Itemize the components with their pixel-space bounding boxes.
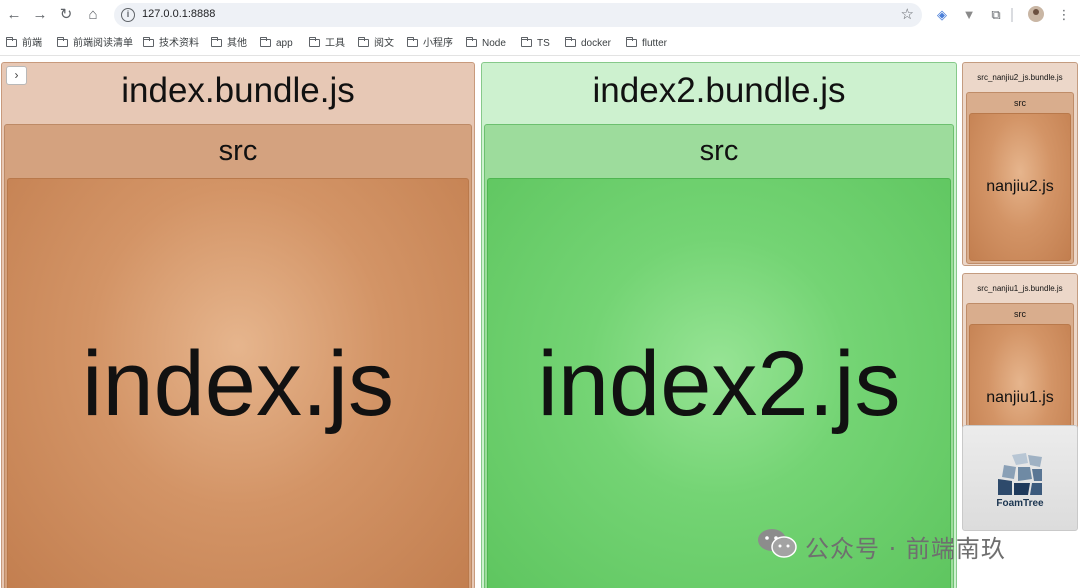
file-label: index.js — [82, 333, 394, 435]
bookmark-folder[interactable]: TS — [521, 37, 550, 51]
bookmark-folder[interactable]: app — [260, 37, 293, 51]
bookmark-label: 技术资料 — [159, 38, 199, 49]
sidebar-toggle-button[interactable]: › — [6, 66, 27, 85]
profile-avatar[interactable] — [1028, 6, 1044, 22]
bookmark-label: 前端阅读清单 — [73, 38, 133, 49]
url-text[interactable]: 127.0.0.1:8888 — [142, 8, 215, 20]
toolbar-divider — [1011, 8, 1013, 22]
file-label: nanjiu1.js — [986, 389, 1054, 406]
puzzle-icon[interactable]: ⧉ — [987, 6, 1005, 24]
bookmark-label: flutter — [642, 38, 668, 49]
bookmark-folder[interactable]: Node — [466, 37, 506, 51]
bookmark-label: Node — [482, 38, 506, 49]
treemap-leaf-nanjiu2-js[interactable]: nanjiu2.js — [969, 113, 1071, 261]
kebab-menu-icon[interactable]: ⋮ — [1055, 6, 1073, 24]
bundle-label: index.bundle.js — [121, 71, 355, 110]
foamtree-logo-icon — [998, 453, 1042, 495]
treemap-group-index-bundle[interactable]: index.bundle.js src index.js — [1, 62, 475, 588]
folder-icon — [57, 37, 68, 47]
file-label: nanjiu2.js — [986, 178, 1054, 195]
bookmark-label: TS — [537, 38, 550, 49]
folder-icon — [466, 37, 477, 47]
bookmark-label: 前端 — [22, 38, 42, 49]
extension-icon-gray[interactable]: ▼ — [960, 6, 978, 24]
bookmark-label: docker — [581, 38, 612, 49]
bookmark-label: 工具 — [325, 38, 345, 49]
bookmark-folder[interactable]: 工具 — [309, 37, 345, 51]
folder-icon — [565, 37, 576, 47]
bookmarks-bar: 前端 前端阅读清单 技术资料 其他 app 工具 阅文 小程序 Node TS … — [0, 31, 1080, 56]
treemap-group-src[interactable]: src index2.js — [484, 124, 954, 588]
bookmark-label: app — [276, 38, 293, 49]
arrow-right-icon[interactable]: → — [29, 4, 51, 26]
folder-icon — [260, 37, 271, 47]
bookmark-folder[interactable]: flutter — [626, 37, 667, 51]
extension-icon-blue[interactable]: ◈ — [933, 6, 951, 24]
foamtree-brand-text: FoamTree — [996, 498, 1044, 509]
bookmark-folder[interactable]: docker — [565, 37, 611, 51]
bookmark-folder[interactable]: 前端阅读清单 — [57, 37, 133, 51]
bookmark-folder[interactable]: 前端 — [6, 37, 42, 51]
file-label: index2.js — [537, 333, 901, 435]
bookmark-folder[interactable]: 小程序 — [407, 37, 453, 51]
treemap-group-nanjiu2-bundle[interactable]: src_nanjiu2_js.bundle.js src nanjiu2.js — [962, 62, 1078, 266]
bookmark-label: 小程序 — [423, 38, 453, 49]
treemap-leaf-index2-js[interactable]: index2.js — [487, 178, 951, 588]
info-icon[interactable]: i — [121, 8, 135, 22]
bundle-label: index2.bundle.js — [592, 71, 846, 110]
bookmark-folder[interactable]: 其他 — [211, 37, 247, 51]
folder-label: src — [699, 135, 739, 167]
treemap-group-src[interactable]: src nanjiu2.js — [966, 92, 1074, 264]
treemap-leaf-index-js[interactable]: index.js — [7, 178, 469, 588]
bundle-label: src_nanjiu1_js.bundle.js — [977, 284, 1063, 293]
star-icon[interactable]: ☆ — [901, 5, 914, 23]
arrow-left-icon[interactable]: ← — [3, 4, 25, 26]
reload-icon[interactable]: ↻ — [55, 4, 77, 26]
folder-icon — [358, 37, 369, 47]
folder-icon — [143, 37, 154, 47]
folder-icon — [211, 37, 222, 47]
wechat-icon — [758, 529, 797, 558]
folder-icon — [6, 37, 17, 47]
bundle-label: src_nanjiu2_js.bundle.js — [977, 73, 1063, 82]
folder-label: src — [1014, 98, 1026, 108]
treemap-group-src[interactable]: src index.js — [4, 124, 472, 588]
browser-toolbar: ← → ↻ ⌂ i 127.0.0.1:8888 ☆ ◈ ▼ ⧉ ⋮ — [0, 0, 1080, 31]
home-icon[interactable]: ⌂ — [82, 4, 104, 26]
address-bar[interactable]: i 127.0.0.1:8888 ☆ — [114, 3, 922, 27]
folder-icon — [309, 37, 320, 47]
bookmark-folder[interactable]: 技术资料 — [143, 37, 199, 51]
folder-icon — [626, 37, 637, 47]
folder-icon — [521, 37, 532, 47]
watermark-text: 公众号 · 前端南玖 — [805, 535, 1006, 563]
folder-icon — [407, 37, 418, 47]
folder-label: src — [1014, 309, 1026, 319]
bookmark-folder[interactable]: 阅文 — [358, 37, 394, 51]
bookmark-label: 其他 — [227, 38, 247, 49]
folder-label: src — [218, 135, 258, 167]
treemap-group-index2-bundle[interactable]: index2.bundle.js src index2.js — [481, 62, 957, 588]
bookmark-label: 阅文 — [374, 38, 394, 49]
treemap-canvas[interactable]: › index.bundle.js src index.js index2.bu… — [0, 57, 1080, 588]
